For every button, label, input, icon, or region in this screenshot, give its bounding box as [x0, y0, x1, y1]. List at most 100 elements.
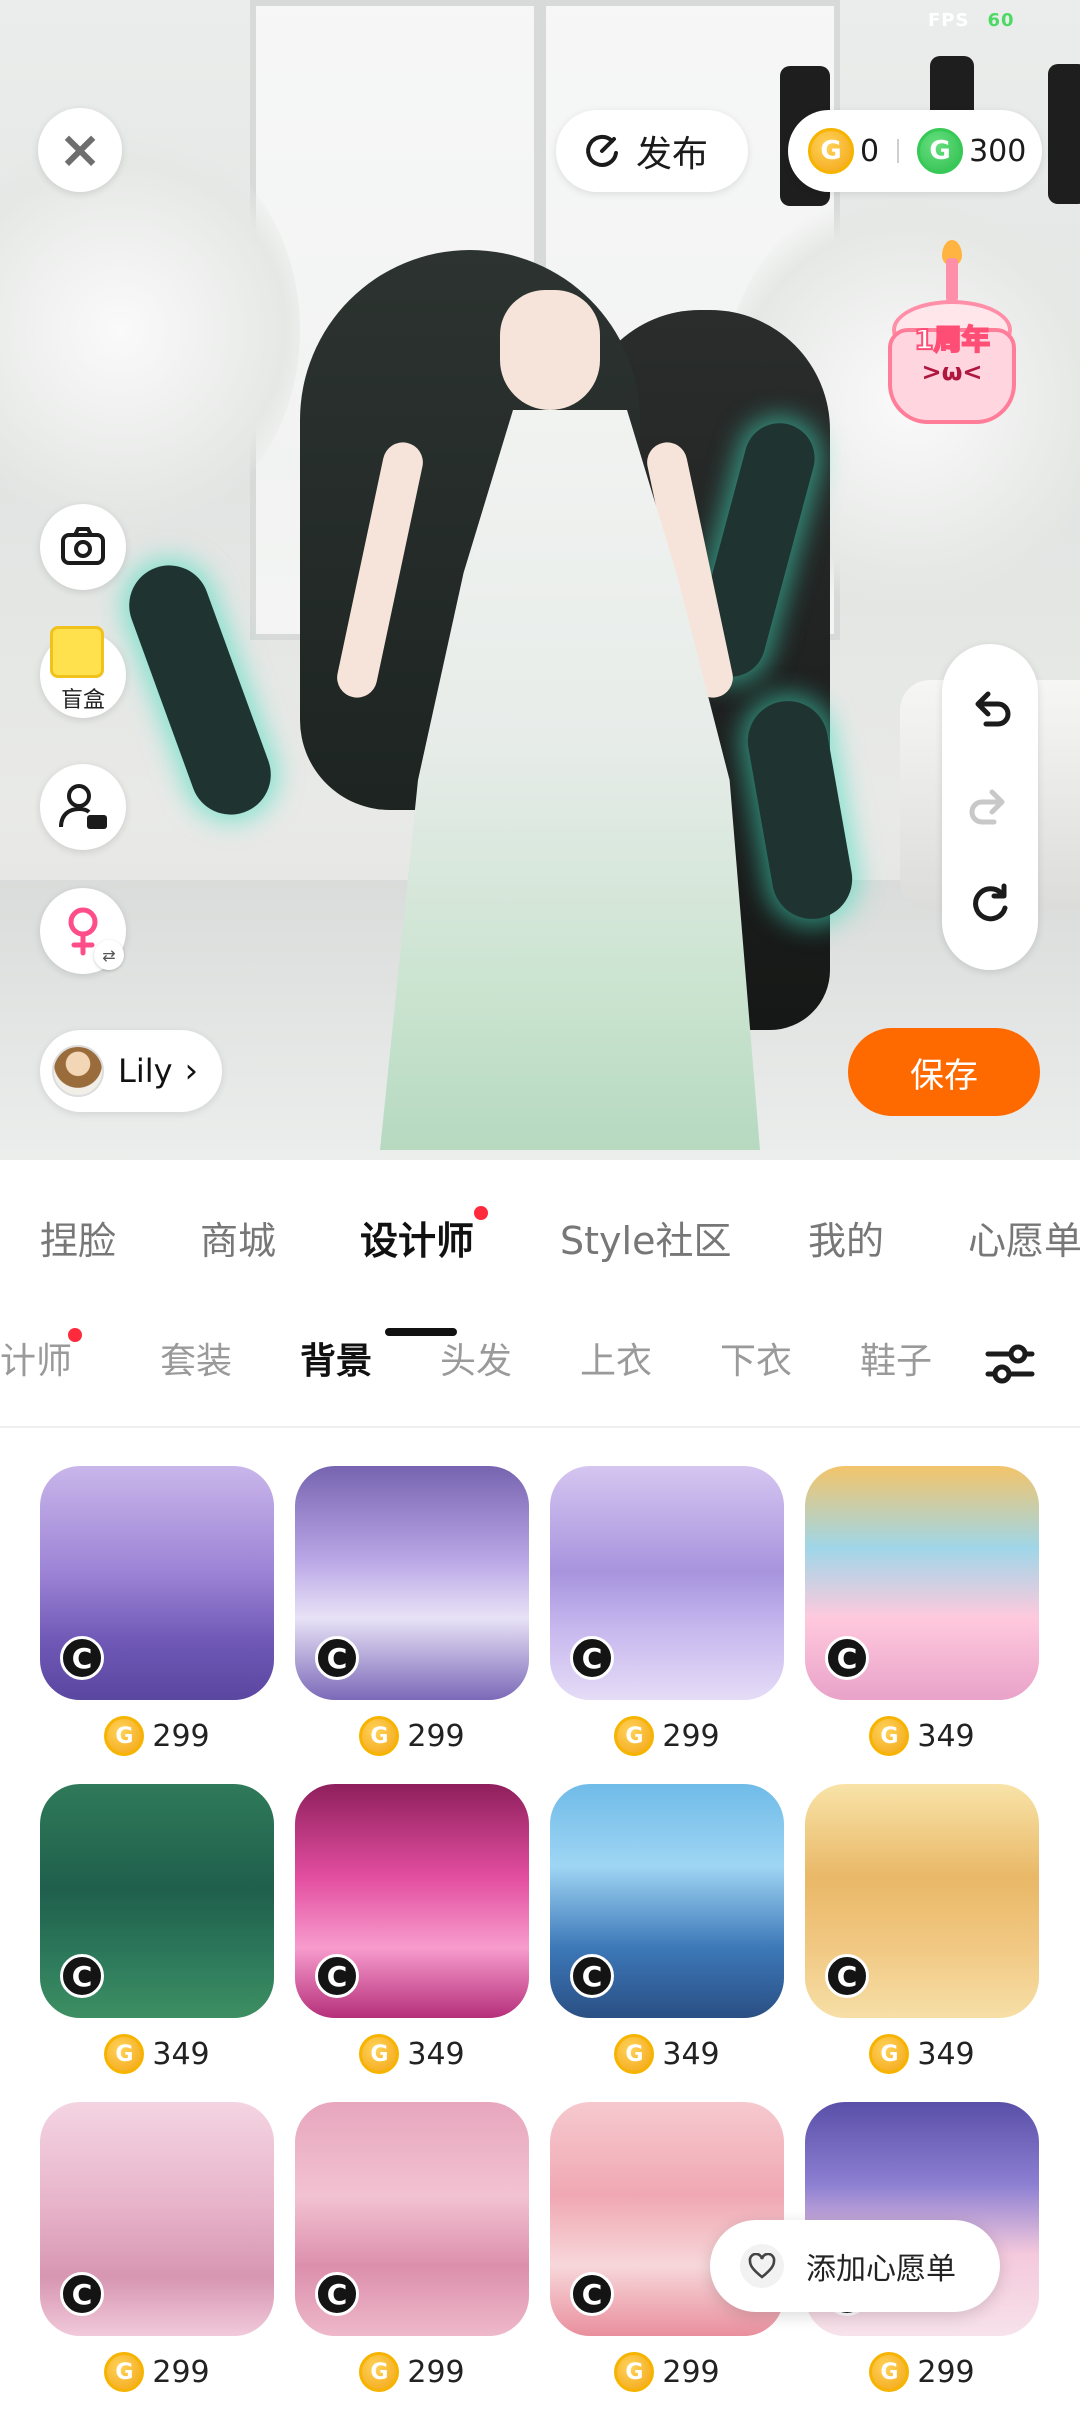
cake-face-text: >ω<: [921, 358, 983, 386]
gold-coin-icon: G: [869, 1716, 910, 1756]
item-price: G 349: [805, 1716, 1039, 1756]
tab-designer-label: 设计师: [360, 1219, 475, 1263]
gold-coin-icon: G: [359, 2034, 400, 2074]
item-card[interactable]: C G299: [40, 2102, 274, 2392]
item-price-value: 299: [662, 2354, 720, 2390]
item-price-value: 349: [917, 2036, 975, 2072]
notification-dot: [68, 1328, 83, 1342]
item-card[interactable]: C G299: [295, 2102, 529, 2392]
creator-badge: C: [570, 1636, 614, 1680]
subtab-outfit-set[interactable]: 套装: [160, 1332, 232, 1384]
subtab-hair[interactable]: 头发: [440, 1332, 512, 1384]
item-price: G 299: [805, 2352, 1039, 2392]
item-price-value: 299: [407, 1718, 465, 1754]
filter-settings-icon[interactable]: [982, 1336, 1038, 1392]
creator-badge: C: [570, 1954, 614, 1998]
item-card[interactable]: C G299: [550, 1466, 784, 1756]
anniversary-event-badge[interactable]: 1周年 >ω<: [878, 240, 1026, 440]
item-price: G 299: [550, 1716, 784, 1756]
user-id-icon: [59, 784, 107, 829]
tab-wishlist[interactable]: 心愿单: [968, 1210, 1080, 1265]
item-price-value: 299: [152, 1718, 210, 1754]
save-button[interactable]: 保存: [848, 1028, 1040, 1116]
tab-mall[interactable]: 商城: [200, 1210, 276, 1265]
main-tab-bar: 捏脸 商城 设计师 Style社区 我的 心愿单: [0, 1206, 1080, 1336]
blind-box-icon: [50, 626, 104, 678]
reset-button[interactable]: [960, 874, 1020, 934]
item-price-value: 299: [917, 2354, 975, 2390]
gold-coin-icon: G: [104, 1716, 145, 1756]
camera-button[interactable]: [40, 504, 126, 590]
avatar-id-button[interactable]: [40, 764, 126, 850]
item-price: G 349: [295, 2034, 529, 2074]
item-card[interactable]: C G 349: [295, 1784, 529, 2074]
blind-box-button[interactable]: 盲盒: [40, 626, 126, 718]
publish-label: 发布: [636, 134, 709, 175]
green-coin-icon: G: [917, 128, 964, 174]
subtab-designer[interactable]: 设计师: [0, 1328, 83, 1384]
creator-badge: C: [60, 1636, 104, 1680]
blind-box-label: 盲盒: [60, 688, 105, 713]
currency-wallet[interactable]: G 0 G 300: [788, 110, 1042, 192]
panel-divider: [0, 1426, 1080, 1428]
avatar: [52, 1045, 104, 1097]
item-thumbnail: C: [295, 2102, 529, 2336]
creator-badge: C: [825, 1954, 869, 1998]
item-price: G 349: [550, 2034, 784, 2074]
item-price-value: 299: [662, 1718, 720, 1754]
avatar-face: [500, 290, 600, 410]
gold-coin-icon: G: [614, 2352, 655, 2392]
item-price-value: 299: [152, 2354, 210, 2390]
gender-switch-button[interactable]: ⇄: [40, 888, 126, 974]
redo-button[interactable]: [960, 776, 1020, 836]
tab-style-community[interactable]: Style社区: [560, 1210, 731, 1265]
add-to-wishlist-button[interactable]: 添加心愿单: [710, 2220, 1000, 2312]
green-coin-amount: 300: [969, 133, 1027, 169]
gold-coin-icon: G: [359, 2352, 400, 2392]
add-to-wishlist-label: 添加心愿单: [806, 2252, 956, 2287]
item-price-value: 349: [917, 1718, 975, 1754]
item-thumbnail: C: [550, 1784, 784, 2018]
subtab-top[interactable]: 上衣: [580, 1332, 652, 1384]
creator-badge: C: [60, 1954, 104, 1998]
item-card[interactable]: C G 349: [550, 1784, 784, 2074]
wallet-divider: [897, 139, 900, 163]
undo-icon: [975, 691, 1011, 727]
gold-coin-icon: G: [614, 1716, 655, 1756]
item-price-value: 349: [662, 2036, 720, 2072]
item-card[interactable]: C G299: [40, 1466, 274, 1756]
item-price: G 299: [550, 2352, 784, 2392]
item-card[interactable]: C G 349: [40, 1784, 274, 2074]
item-card[interactable]: C G 349: [805, 1784, 1039, 2074]
speaker-decor: [1048, 64, 1080, 204]
heart-icon: [740, 2244, 784, 2288]
gold-coin-icon: G: [104, 2352, 145, 2392]
item-thumbnail: C: [550, 1466, 784, 1700]
item-card[interactable]: C G299: [295, 1466, 529, 1756]
tab-face-edit[interactable]: 捏脸: [40, 1210, 116, 1265]
item-price: G 349: [805, 2034, 1039, 2074]
item-thumbnail: C: [805, 1466, 1039, 1700]
tab-designer[interactable]: 设计师: [360, 1206, 489, 1265]
item-price-value: 349: [152, 2036, 210, 2072]
notification-dot: [474, 1206, 489, 1220]
gold-coin-icon: G: [869, 2034, 910, 2074]
gold-coin-icon: G: [104, 2034, 145, 2074]
tab-mine[interactable]: 我的: [808, 1210, 884, 1265]
subtab-shoes[interactable]: 鞋子: [860, 1332, 932, 1384]
gold-coin-icon: G: [614, 2034, 655, 2074]
publish-button[interactable]: 发布: [556, 110, 748, 192]
item-thumbnail: C: [40, 2102, 274, 2336]
category-tab-bar: 设计师 套装 背景 头发 上衣 下衣 鞋子: [0, 1328, 1080, 1402]
avatar-profile-button[interactable]: Lily ›: [40, 1030, 222, 1112]
subtab-background[interactable]: 背景: [300, 1332, 372, 1384]
candle-icon: [946, 258, 958, 302]
close-button[interactable]: ×: [38, 108, 122, 192]
undo-button[interactable]: [960, 678, 1020, 738]
redo-icon: [969, 789, 1005, 825]
item-price: G 299: [40, 2352, 274, 2392]
item-thumbnail: C: [805, 1784, 1039, 2018]
subtab-bottom[interactable]: 下衣: [720, 1332, 792, 1384]
item-card[interactable]: C G 349: [805, 1466, 1039, 1756]
subtab-designer-label: 设计师: [0, 1341, 73, 1382]
